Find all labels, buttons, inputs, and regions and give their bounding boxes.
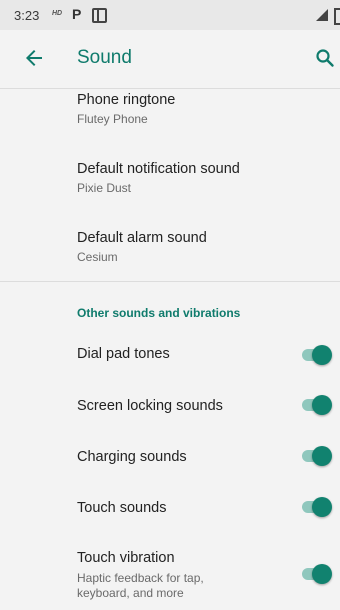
toggle-label: Charging sounds [77,449,187,465]
search-icon[interactable] [313,46,337,70]
arrow-back-icon[interactable] [22,46,46,70]
signal-icon [316,9,328,21]
section-divider [0,281,340,282]
phone-ringtone-setting[interactable]: Phone ringtone Flutey Phone [0,88,340,152]
setting-value: Cesium [77,250,118,264]
default-notification-sound-setting[interactable]: Default notification sound Pixie Dust [0,152,340,218]
toggle-summary-line2: keyboard, and more [77,586,184,600]
switch-thumb [312,564,332,584]
toggle-label: Dial pad tones [77,346,170,362]
status-time: 3:23 [14,8,40,23]
toggle-label: Screen locking sounds [77,398,223,414]
switch-thumb [312,345,332,365]
touch-sounds-row[interactable]: Touch sounds [0,483,340,533]
status-bar: 3:23 HD P [0,0,340,30]
setting-label: Default notification sound [77,161,240,177]
setting-value: Flutey Phone [77,112,148,126]
toggle-summary-line1: Haptic feedback for tap, [77,571,204,585]
page-title: Sound [77,47,132,68]
parking-icon: P [72,6,82,22]
hd-voice-icon: HD [52,10,63,17]
setting-value: Pixie Dust [77,181,132,195]
touch-vibration-row[interactable]: Touch vibration Haptic feedback for tap,… [0,540,340,608]
app-bar: Sound [0,30,340,89]
charging-sounds-row[interactable]: Charging sounds [0,432,340,482]
toggle-label: Touch vibration [77,550,175,566]
setting-label: Phone ringtone [77,92,176,108]
dial-pad-tones-row[interactable]: Dial pad tones [0,330,340,380]
toggle-label: Touch sounds [77,500,167,516]
screen-locking-sounds-switch[interactable] [300,394,332,416]
charging-sounds-switch[interactable] [300,445,332,467]
touch-sounds-switch[interactable] [300,496,332,518]
section-header: Other sounds and vibrations [77,306,241,320]
default-alarm-sound-setting[interactable]: Default alarm sound Cesium [0,218,340,280]
dial-pad-tones-switch[interactable] [300,344,332,366]
battery-icon [334,8,340,25]
touch-vibration-switch[interactable] [300,563,332,585]
setting-label: Default alarm sound [77,230,207,246]
switch-thumb [312,446,332,466]
notification-box-icon [92,8,107,23]
switch-thumb [312,497,332,517]
switch-thumb [312,395,332,415]
screen-locking-sounds-row[interactable]: Screen locking sounds [0,381,340,431]
